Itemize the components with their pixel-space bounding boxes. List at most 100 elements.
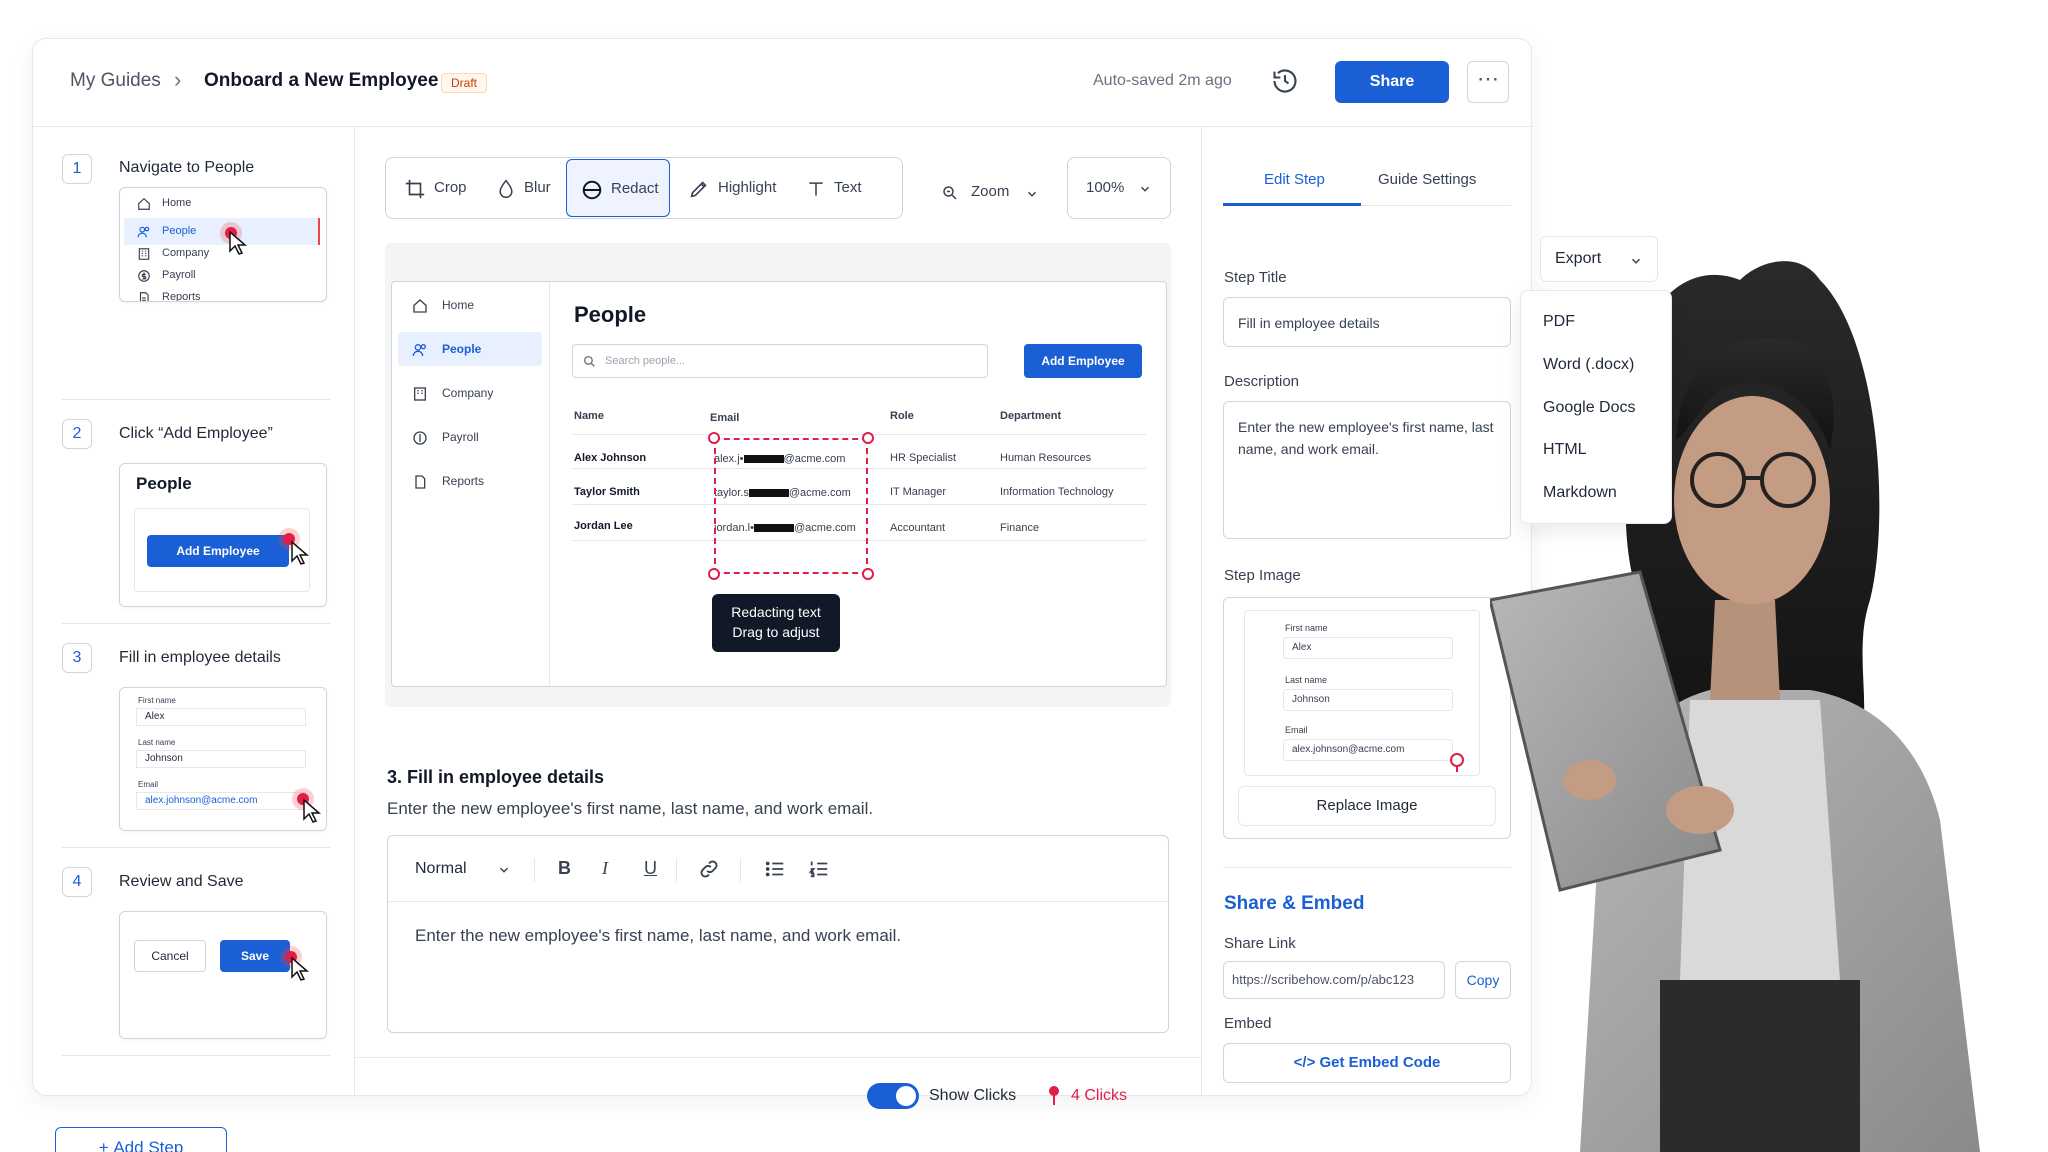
shot-sidebar: Home People Company Payroll Reports bbox=[392, 282, 550, 686]
tab-guide-settings[interactable]: Guide Settings bbox=[1378, 171, 1476, 188]
thumb-field-value: Alex bbox=[136, 708, 306, 726]
mini-field-value: alex.johnson@acme.com bbox=[1283, 739, 1453, 761]
cursor-icon bbox=[303, 798, 322, 823]
more-options-button[interactable]: ⋯ bbox=[1467, 61, 1509, 103]
thumb-nav-reports: Reports bbox=[124, 284, 320, 301]
steps-panel: 1 Navigate to People Home People Company bbox=[33, 127, 355, 1152]
step-image-preview: First name Alex Last name Johnson Email … bbox=[1223, 597, 1511, 839]
dollar-icon bbox=[413, 431, 427, 445]
description-textarea[interactable]: Enter the new employee's first name, las… bbox=[1223, 401, 1511, 539]
show-clicks-toggle[interactable] bbox=[867, 1083, 919, 1109]
home-icon bbox=[138, 197, 150, 210]
resize-handle[interactable] bbox=[708, 568, 720, 580]
column-header: Name bbox=[574, 410, 604, 422]
export-option-word[interactable]: Word (.docx) bbox=[1543, 356, 1634, 374]
thumb-field-label: Last name bbox=[138, 738, 176, 747]
toolbar-divider bbox=[534, 858, 535, 882]
top-bar: My Guides › Onboard a New Employee Draft… bbox=[33, 39, 1533, 127]
dollar-icon bbox=[138, 270, 150, 282]
shot-nav-home: Home bbox=[398, 288, 542, 322]
bold-button[interactable]: B bbox=[558, 858, 571, 879]
crop-tool[interactable]: Crop bbox=[404, 159, 476, 217]
breadcrumb-my-guides[interactable]: My Guides bbox=[70, 70, 161, 92]
step-number: 1 bbox=[62, 154, 92, 184]
shot-nav-reports: Reports bbox=[398, 464, 542, 498]
active-tab-indicator bbox=[1223, 203, 1361, 206]
chevron-down-icon bbox=[499, 867, 509, 873]
chevron-down-icon bbox=[1140, 186, 1150, 192]
divider bbox=[355, 1057, 1201, 1058]
image-canvas[interactable]: Home People Company Payroll Reports Peop… bbox=[385, 243, 1171, 707]
redact-tool[interactable]: Redact bbox=[566, 159, 670, 217]
column-header: Role bbox=[890, 410, 914, 422]
get-embed-code-button[interactable]: </> Get Embed Code bbox=[1223, 1043, 1511, 1083]
link-button[interactable] bbox=[698, 858, 720, 885]
export-option-markdown[interactable]: Markdown bbox=[1543, 484, 1617, 502]
text-tool[interactable]: Text bbox=[804, 159, 874, 217]
bullet-list-icon bbox=[765, 861, 784, 877]
mini-field-value: Alex bbox=[1283, 637, 1453, 659]
building-icon bbox=[138, 248, 150, 260]
zoom-level-select[interactable]: 100% bbox=[1067, 157, 1171, 219]
step-label: Review and Save bbox=[119, 873, 244, 890]
shot-search-input: Search people... bbox=[572, 344, 988, 378]
breadcrumb-separator: › bbox=[174, 67, 182, 92]
rich-text-editor: Normal B I U Enter the new employee's fi… bbox=[387, 835, 1169, 1033]
export-option-html[interactable]: HTML bbox=[1543, 441, 1587, 459]
highlight-tool[interactable]: Highlight bbox=[686, 159, 786, 217]
chevron-down-icon bbox=[1027, 191, 1037, 197]
thumb-cancel-button: Cancel bbox=[134, 940, 206, 972]
numbered-list-button[interactable] bbox=[808, 858, 830, 885]
tab-edit-step[interactable]: Edit Step bbox=[1264, 171, 1325, 188]
export-menu: PDF Word (.docx) Google Docs HTML Markdo… bbox=[1520, 290, 1672, 524]
step-thumbnail[interactable]: Home People Company Payroll Reports bbox=[119, 187, 327, 302]
mini-field-value: Johnson bbox=[1283, 689, 1453, 711]
thumb-title: People bbox=[136, 474, 192, 493]
redact-tooltip: Redacting text Drag to adjust bbox=[712, 594, 840, 652]
share-button[interactable]: Share bbox=[1335, 61, 1449, 103]
building-icon bbox=[414, 387, 426, 401]
resize-handle[interactable] bbox=[862, 568, 874, 580]
divider bbox=[62, 399, 330, 400]
link-icon bbox=[700, 860, 718, 878]
divider bbox=[62, 1055, 330, 1056]
step-title-input[interactable]: Fill in employee details bbox=[1223, 297, 1511, 347]
embed-label: Embed bbox=[1224, 1015, 1272, 1032]
thumb-add-employee-button: Add Employee bbox=[147, 535, 289, 567]
export-option-pdf[interactable]: PDF bbox=[1543, 313, 1575, 331]
paragraph-style-select[interactable]: Normal bbox=[415, 860, 509, 878]
step-editor: Crop Blur Redact Highlight Text Zoom 100… bbox=[355, 127, 1201, 1109]
step-thumbnail[interactable]: People Add Employee bbox=[119, 463, 327, 607]
redaction-selection[interactable] bbox=[708, 432, 874, 580]
step-heading: 3. Fill in employee details bbox=[387, 767, 605, 787]
step-title-label: Step Title bbox=[1224, 269, 1287, 286]
italic-button[interactable]: I bbox=[602, 858, 608, 879]
add-step-button[interactable]: + Add Step bbox=[55, 1127, 227, 1152]
report-icon bbox=[415, 475, 426, 489]
bullet-list-button[interactable] bbox=[764, 858, 786, 885]
resize-handle[interactable] bbox=[708, 432, 720, 444]
mini-field-label: Last name bbox=[1285, 675, 1328, 685]
resize-handle[interactable] bbox=[862, 432, 874, 444]
share-link-input[interactable]: https://scribehow.com/p/abc123 bbox=[1223, 961, 1445, 999]
code-icon: </> bbox=[1293, 1054, 1320, 1071]
export-dropdown-button[interactable]: Export bbox=[1540, 236, 1658, 282]
history-icon[interactable] bbox=[1271, 67, 1301, 97]
shot-page-title: People bbox=[574, 302, 647, 327]
row-divider bbox=[572, 434, 1146, 435]
step-thumbnail[interactable]: Cancel Save bbox=[119, 911, 327, 1039]
underline-button[interactable]: U bbox=[644, 858, 657, 879]
toolbar-divider bbox=[676, 858, 677, 882]
step-description: Enter the new employee's first name, las… bbox=[387, 799, 874, 818]
replace-image-button[interactable]: Replace Image bbox=[1238, 786, 1496, 826]
rte-content[interactable]: Enter the new employee's first name, las… bbox=[415, 926, 901, 946]
column-header: Email bbox=[710, 412, 740, 424]
step-thumbnail[interactable]: First name Alex Last name Johnson Email … bbox=[119, 687, 327, 831]
thumb-field-label: First name bbox=[138, 696, 176, 705]
numbered-list-icon bbox=[808, 861, 828, 878]
shot-nav-people: People bbox=[398, 332, 542, 366]
export-option-google-docs[interactable]: Google Docs bbox=[1543, 399, 1636, 417]
blur-tool[interactable]: Blur bbox=[494, 159, 554, 217]
add-step-label: Add Step bbox=[113, 1138, 184, 1152]
cursor-icon bbox=[291, 956, 310, 981]
